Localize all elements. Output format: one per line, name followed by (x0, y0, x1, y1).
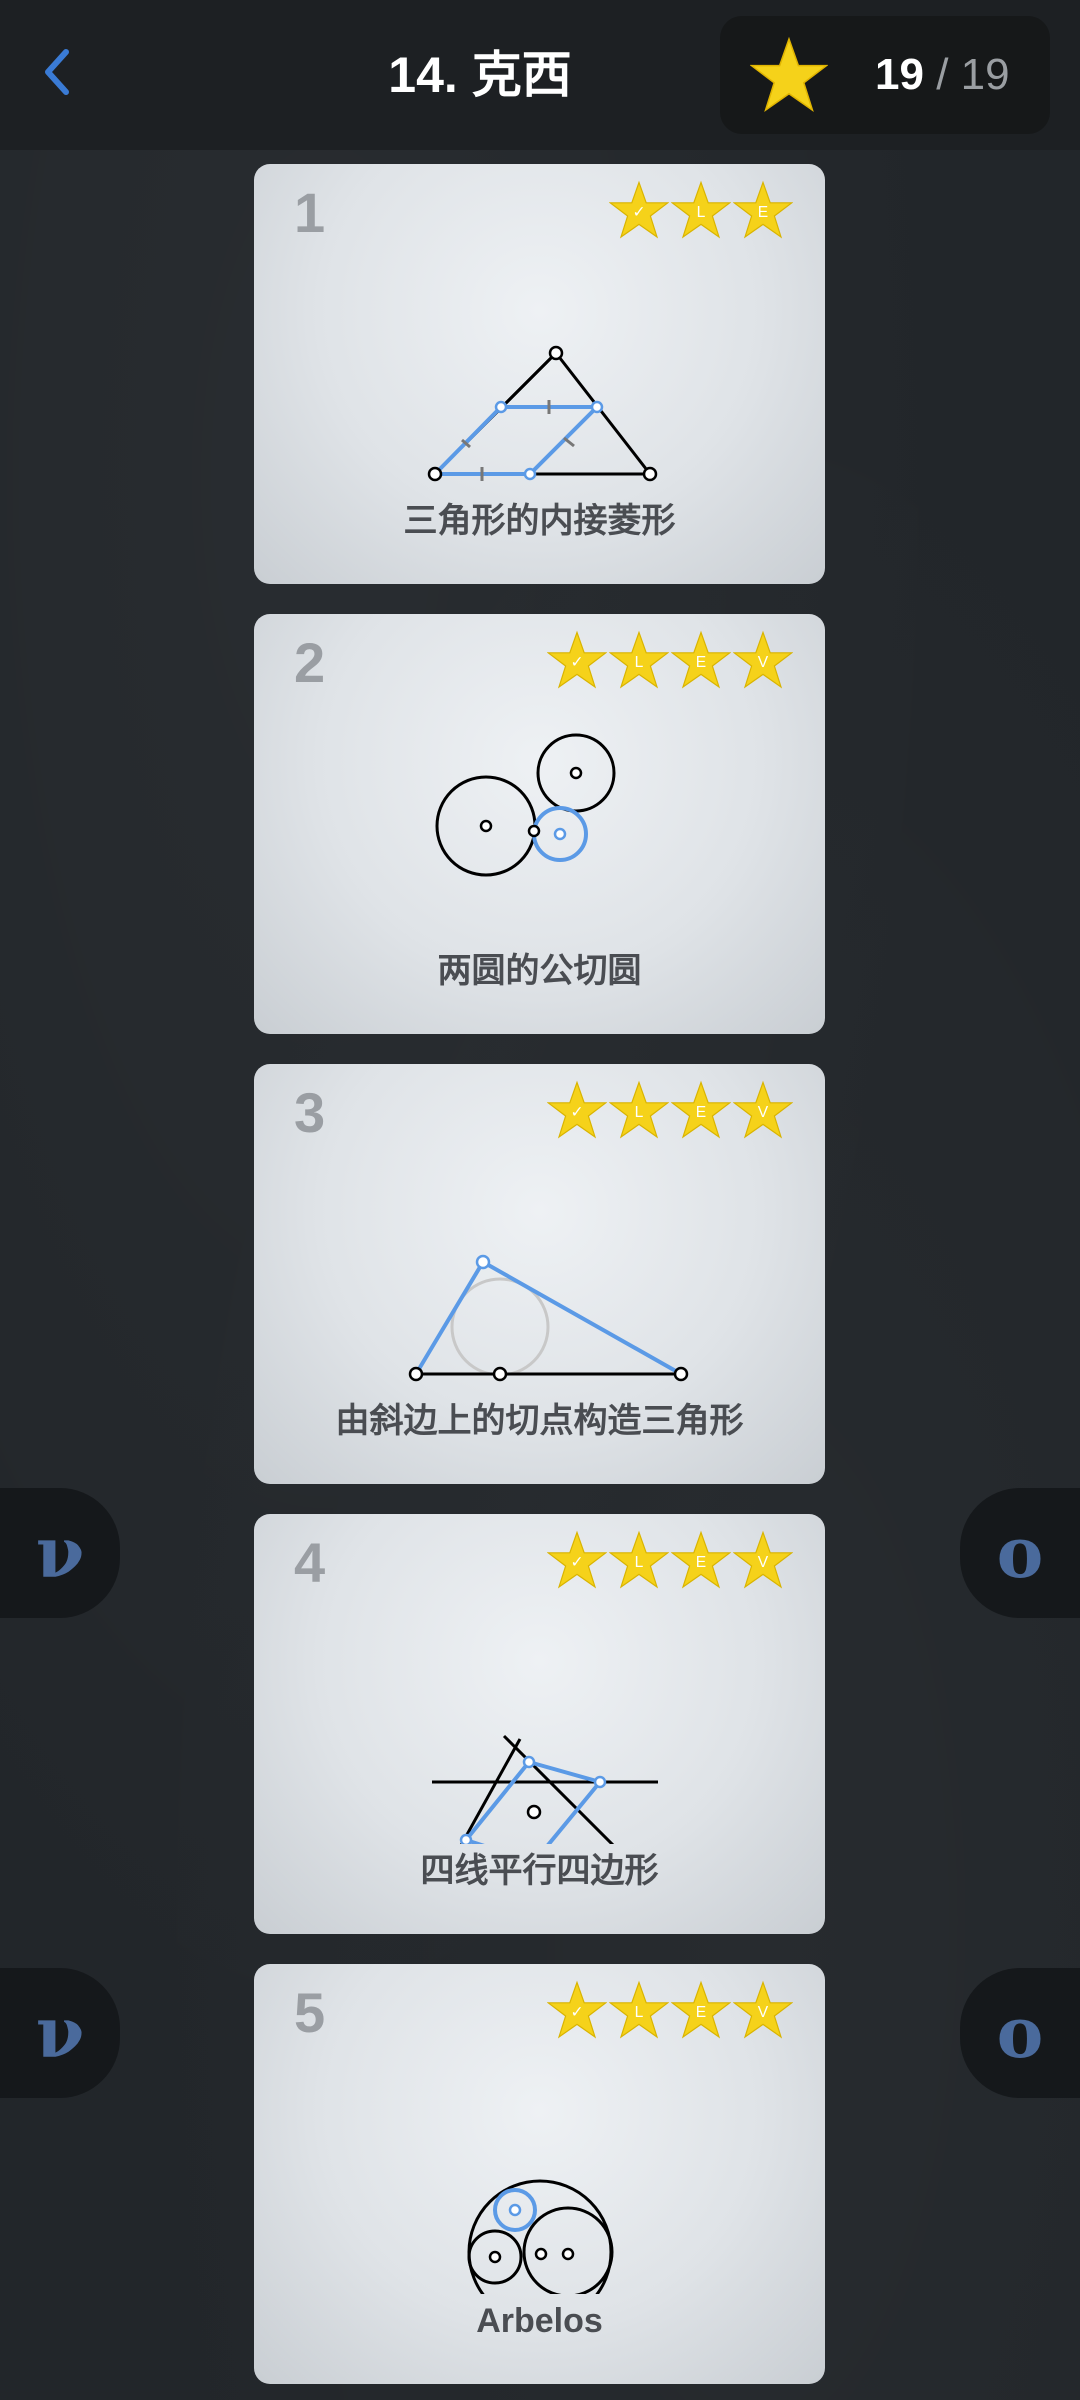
score-badge: 19 / 19 (720, 16, 1050, 134)
star-letter: E (696, 1554, 706, 1571)
star-e-icon: E (671, 1530, 731, 1589)
arbelos-figure (467, 2179, 614, 2294)
previous-chapter-tab[interactable]: ν (0, 1968, 120, 2098)
star-letter: L (635, 1554, 644, 1571)
level-stars: ✓ L E V (547, 630, 793, 696)
star-letter: ✓ (632, 204, 645, 221)
star-letter: ✓ (570, 1104, 583, 1121)
star-check-icon: ✓ (547, 630, 607, 689)
star-v-icon: V (733, 1980, 793, 2039)
top-bar: 14. 克西 19 / 19 (0, 0, 1080, 150)
next-chapter-tab[interactable]: ο (960, 1488, 1080, 1618)
level-card-5[interactable]: 5 ✓ L E V Arbelos (254, 1964, 825, 2384)
four-line-parallelogram-figure (432, 1734, 658, 1844)
level-stars: ✓ L E (609, 180, 793, 246)
star-letter: V (758, 1104, 769, 1121)
chevron-left-icon (45, 49, 69, 95)
star-letter: L (635, 1104, 644, 1121)
star-letter: E (696, 2004, 706, 2021)
star-letter: ✓ (570, 2004, 583, 2021)
level-title: 三角形的内接菱形 (403, 502, 676, 540)
star-letter: V (758, 654, 769, 671)
level-stars: ✓ L E V (547, 1980, 793, 2046)
score-total: 19 (960, 50, 1010, 99)
score-separator: / (936, 50, 949, 99)
star-v-icon: V (733, 1530, 793, 1589)
rhombus-in-triangle-figure (427, 345, 658, 482)
level-number: 1 (294, 181, 326, 244)
next-chapter-tab[interactable]: ο (960, 1968, 1080, 2098)
star-letter: E (758, 204, 768, 221)
star-l-icon: L (609, 1080, 669, 1139)
star-letter: L (697, 204, 706, 221)
star-v-icon: V (733, 630, 793, 689)
star-check-icon: ✓ (547, 1080, 607, 1139)
triangle-by-tangent-point-figure (408, 1254, 689, 1382)
level-card-4[interactable]: 4 ✓ L E V 四线平行四边形 (254, 1514, 825, 1934)
level-title: 由斜边上的切点构造三角形 (335, 1402, 744, 1440)
star-l-icon: L (609, 630, 669, 689)
star-l-icon: L (609, 1980, 669, 2039)
level-stars: ✓ L E V (547, 1530, 793, 1596)
star-letter: ✓ (570, 1554, 583, 1571)
score-text: 19 / 19 (875, 16, 1035, 134)
previous-chapter-tab[interactable]: ν (0, 1488, 120, 1618)
star-l-icon: L (609, 1530, 669, 1589)
level-title: Arbelos (476, 2302, 603, 2340)
star-letter: ✓ (570, 654, 583, 671)
star-e-icon: E (671, 630, 731, 689)
level-number: 3 (294, 1081, 326, 1144)
star-check-icon: ✓ (547, 1980, 607, 2039)
star-letter: V (758, 1554, 769, 1571)
level-card-2[interactable]: 2 ✓ L E V 两圆的公切圆 (254, 614, 825, 1034)
star-e-icon: E (733, 180, 793, 239)
star-letter: L (635, 2004, 644, 2021)
star-e-icon: E (671, 1080, 731, 1139)
level-title: 四线平行四边形 (420, 1852, 659, 1890)
star-icon (750, 36, 828, 113)
tangent-circles-figure (435, 733, 616, 877)
star-l-icon: L (671, 180, 731, 239)
star-v-icon: V (733, 1080, 793, 1139)
star-letter: E (696, 654, 706, 671)
star-letter: L (635, 654, 644, 671)
level-card-1[interactable]: 1 ✓ L E 三角形的内接菱形 (254, 164, 825, 584)
page-title: 14. 克西 (388, 47, 572, 103)
star-letter: E (696, 1104, 706, 1121)
level-title: 两圆的公切圆 (437, 952, 642, 990)
star-check-icon: ✓ (547, 1530, 607, 1589)
back-button[interactable] (30, 35, 90, 110)
star-check-icon: ✓ (609, 180, 669, 239)
level-card-3[interactable]: 3 ✓ L E V 由斜边上的切点构造三角形 (254, 1064, 825, 1484)
level-number: 2 (294, 631, 326, 694)
level-number: 4 (294, 1531, 326, 1594)
level-number: 5 (294, 1981, 326, 2044)
star-e-icon: E (671, 1980, 731, 2039)
score-current: 19 (875, 50, 924, 99)
level-stars: ✓ L E V (547, 1080, 793, 1146)
star-letter: V (758, 2004, 769, 2021)
